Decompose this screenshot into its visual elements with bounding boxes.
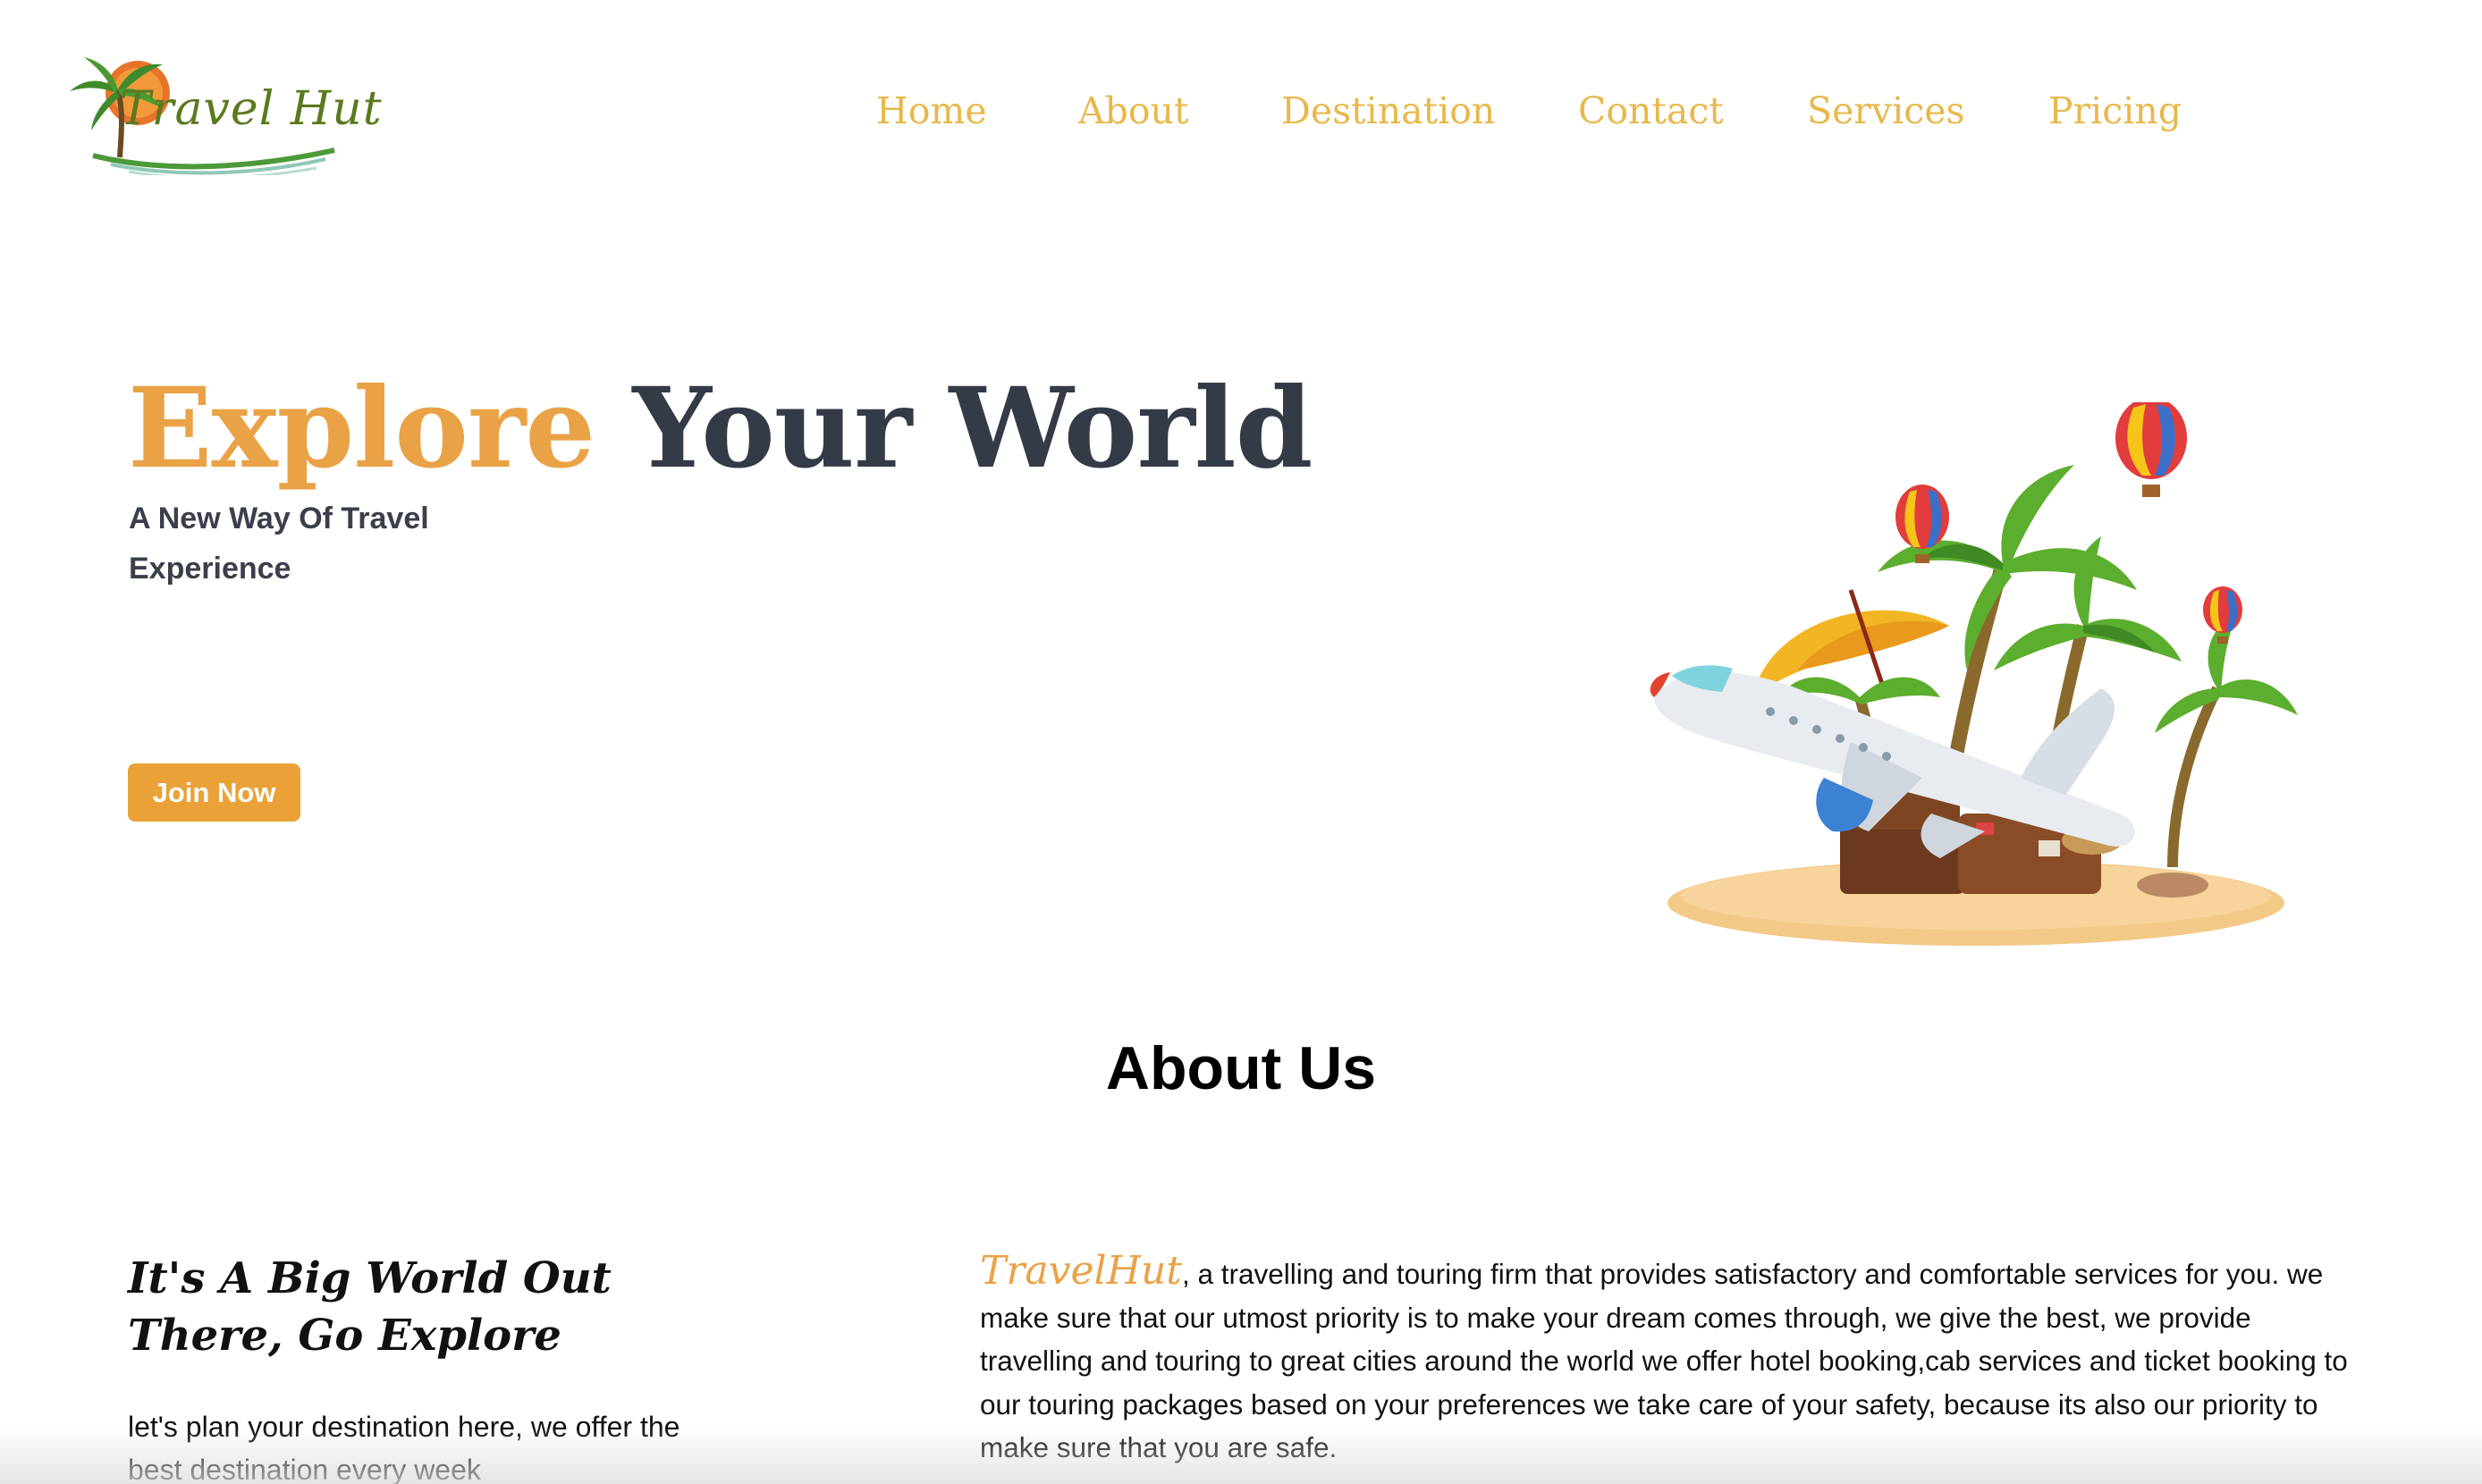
about-left-text: let's plan your destination here, we off… [128, 1411, 680, 1484]
main-nav: Home About Destination Contact Services … [876, 89, 2182, 139]
airplane-island-illustration-icon [1650, 402, 2298, 946]
about-body-text: , a travelling and touring firm that pro… [980, 1258, 2348, 1463]
hero-title-accent: Explore [128, 364, 595, 493]
nav-services-link[interactable]: Services [1807, 89, 1965, 132]
about-left-heading: It's A Big World Out There, Go Explore [128, 1253, 612, 1361]
hero-title-rest: Your World [595, 364, 1313, 493]
hero-illustration [1618, 402, 2307, 957]
logo-text: Travel Hut [120, 82, 383, 136]
about-body: TravelHut, a travelling and touring firm… [980, 1248, 2357, 1470]
nav-destination-link[interactable]: Destination [1281, 89, 1495, 132]
hero-subtitle: A New Way Of Travel Experience [129, 502, 429, 586]
nav-pricing-link[interactable]: Pricing [2048, 89, 2182, 132]
about-brand-name: TravelHut [980, 1248, 1182, 1294]
hero-title: Explore Your World [128, 364, 1313, 493]
about-title: About Us [1105, 1034, 1377, 1102]
nav-home-link[interactable]: Home [876, 89, 987, 132]
join-now-button[interactable]: Join Now [128, 763, 300, 822]
logo[interactable]: Travel Hut [57, 50, 382, 175]
nav-about-link[interactable]: About [1078, 89, 1188, 132]
nav-contact-link[interactable]: Contact [1578, 89, 1724, 132]
